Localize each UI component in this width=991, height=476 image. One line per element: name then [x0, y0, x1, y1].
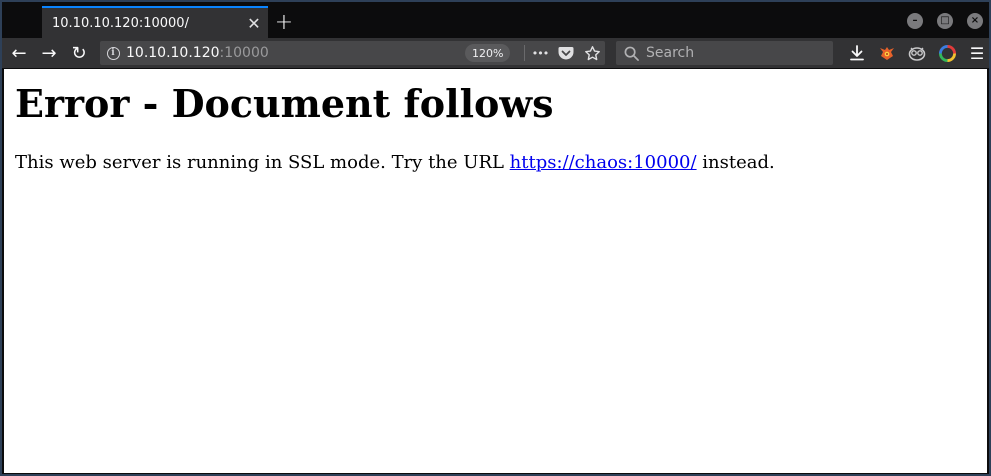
forward-button[interactable]: → [34, 39, 64, 67]
url-separator [524, 45, 525, 61]
search-placeholder: Search [646, 45, 695, 61]
error-message: This web server is running in SSL mode. … [15, 151, 976, 175]
menu-icon[interactable]: ☰ [962, 38, 991, 68]
forward-arrow-icon: → [41, 42, 57, 64]
extension-owl-icon[interactable] [902, 38, 932, 68]
window-controls: – □ × [907, 13, 983, 29]
url-text[interactable]: 10.10.10.120:10000 [126, 45, 269, 61]
page-actions: ••• [531, 41, 601, 65]
pocket-icon[interactable] [557, 44, 575, 62]
maximize-icon: □ [940, 15, 950, 26]
maximize-button[interactable]: □ [937, 13, 953, 29]
back-arrow-icon: ← [11, 42, 27, 64]
info-icon: i [106, 46, 120, 60]
new-tab-button[interactable]: + [270, 8, 298, 36]
download-icon[interactable] [842, 38, 872, 68]
navigation-toolbar: ← → ↻ i 10.10.10.120:10000 120% ••• Sear… [2, 38, 989, 68]
more-icon[interactable]: ••• [531, 44, 549, 62]
page-heading: Error - Document follows [15, 81, 554, 126]
site-info-button[interactable]: i [100, 41, 126, 65]
close-icon: × [970, 15, 980, 26]
tab-active[interactable]: 10.10.10.120:10000/ ✕ [42, 6, 268, 38]
toolbar-icons: ☰ [842, 38, 991, 68]
zoom-level-badge[interactable]: 120% [465, 44, 511, 62]
browser-window: 10.10.10.120:10000/ ✕ + – □ × ← → ↻ i 10… [0, 0, 991, 476]
minimize-icon: – [912, 15, 918, 26]
https-link[interactable]: https://chaos:10000/ [510, 152, 697, 173]
tab-close-icon[interactable]: ✕ [240, 9, 268, 37]
minimize-button[interactable]: – [907, 13, 923, 29]
message-before: This web server is running in SSL mode. … [15, 152, 510, 173]
bookmark-star-icon[interactable] [583, 44, 601, 62]
address-bar[interactable]: i 10.10.10.120:10000 120% ••• [100, 41, 605, 65]
search-icon [616, 41, 646, 65]
reload-button[interactable]: ↻ [64, 39, 94, 67]
back-button[interactable]: ← [4, 39, 34, 67]
extension-circle-icon[interactable] [932, 38, 962, 68]
url-host: 10.10.10.120 [126, 45, 220, 61]
url-port: :10000 [219, 45, 269, 61]
close-window-button[interactable]: × [967, 13, 983, 29]
search-box[interactable]: Search [616, 41, 833, 65]
reload-icon: ↻ [71, 42, 87, 64]
tab-title: 10.10.10.120:10000/ [52, 15, 189, 31]
page-content: Error - Document follows This web server… [4, 69, 987, 473]
message-after: instead. [696, 152, 775, 173]
extension-fox-icon[interactable] [872, 38, 902, 68]
tab-strip: 10.10.10.120:10000/ ✕ + – □ × [2, 2, 989, 38]
